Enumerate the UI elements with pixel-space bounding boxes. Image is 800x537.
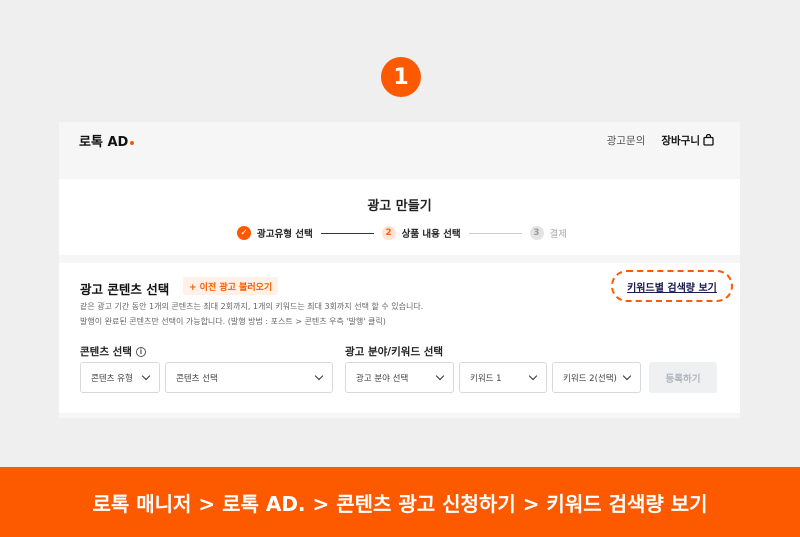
shopping-bag-icon (703, 134, 714, 146)
field-keyword-label: 광고 분야/키워드 선택 (345, 346, 444, 358)
cart-link[interactable]: 장바구니 (661, 133, 714, 148)
breadcrumb-banner: 로톡 매니저 > 로톡 AD. > 콘텐츠 광고 신청하기 > 키워드 검색량 … (0, 467, 800, 537)
info-icon[interactable]: i (135, 346, 146, 357)
content-type-select[interactable]: 콘텐츠 유형 (80, 362, 160, 393)
ad-field-value: 광고 분야 선택 (356, 373, 409, 384)
step-1-label: 광고유형 선택 (257, 229, 313, 240)
section-title: 광고 콘텐츠 선택 (80, 282, 170, 297)
register-button[interactable]: 등록하기 (649, 362, 717, 393)
logo[interactable]: 로톡 AD (79, 127, 135, 153)
step-2-label: 상품 내용 선택 (401, 229, 461, 240)
stepper: ✓ 광고유형 선택 2 상품 내용 선택 3 결제 (237, 223, 567, 243)
logo-dot-icon (130, 141, 135, 145)
step-number-badge: 1 (381, 57, 421, 97)
top-links: 광고문의 장바구니 (607, 127, 714, 153)
description-line-1: 같은 광고 기간 동안 1개의 콘텐츠는 최대 2회까지, 1개의 키워드는 최… (80, 302, 424, 311)
description-line-2: 발행이 완료된 콘텐츠만 선택이 가능합니다. (발행 방법 : 포스트 > 콘… (80, 317, 386, 326)
step-3-number: 3 (529, 226, 544, 240)
keyword-2-value: 키워드 2(선택) (563, 373, 617, 384)
check-icon: ✓ (237, 226, 251, 240)
keyword-1-value: 키워드 1 (470, 373, 502, 384)
chevron-down-icon (314, 371, 324, 381)
chevron-down-icon (622, 371, 632, 381)
step-1: ✓ 광고유형 선택 (237, 226, 313, 240)
cart-label: 장바구니 (661, 134, 700, 147)
ad-field-select[interactable]: 광고 분야 선택 (345, 362, 454, 393)
keyword-1-select[interactable]: 키워드 1 (459, 362, 547, 393)
keyword-search-volume-link[interactable]: 키워드별 검색량 보기 (611, 270, 733, 302)
page-title: 광고 만들기 (367, 199, 432, 214)
step-divider (320, 232, 374, 234)
logo-text: 로톡 AD (79, 134, 129, 150)
content-select-value: 콘텐츠 선택 (176, 373, 218, 384)
content-card: 광고 콘텐츠 선택 + 이전 광고 불러오기 키워드별 검색량 보기 같은 광고… (59, 263, 740, 413)
ad-inquiry-link[interactable]: 광고문의 (607, 133, 646, 148)
step-3: 3 결제 (529, 226, 567, 240)
keyword-2-select[interactable]: 키워드 2(선택) (552, 362, 641, 393)
content-select-label-text: 콘텐츠 선택 (80, 346, 132, 358)
chevron-down-icon (141, 371, 151, 381)
content-select[interactable]: 콘텐츠 선택 (165, 362, 333, 393)
content-type-value: 콘텐츠 유형 (91, 373, 133, 384)
app-frame: 로톡 AD 광고문의 장바구니 광고 만들기 ✓ 광고유형 선택 2 상품 내용 (59, 122, 740, 418)
step-2-number: 2 (381, 226, 396, 240)
top-bar: 로톡 AD 광고문의 장바구니 (59, 122, 740, 178)
step-3-label: 결제 (549, 229, 567, 240)
load-previous-ad-button[interactable]: + 이전 광고 불러오기 (183, 277, 279, 295)
chevron-down-icon (435, 371, 445, 381)
chevron-down-icon (528, 371, 538, 381)
step-divider (468, 232, 522, 234)
step-2: 2 상품 내용 선택 (381, 226, 461, 240)
steps-card: 광고 만들기 ✓ 광고유형 선택 2 상품 내용 선택 3 결제 (59, 179, 740, 255)
content-select-label: 콘텐츠 선택 i (80, 344, 146, 359)
